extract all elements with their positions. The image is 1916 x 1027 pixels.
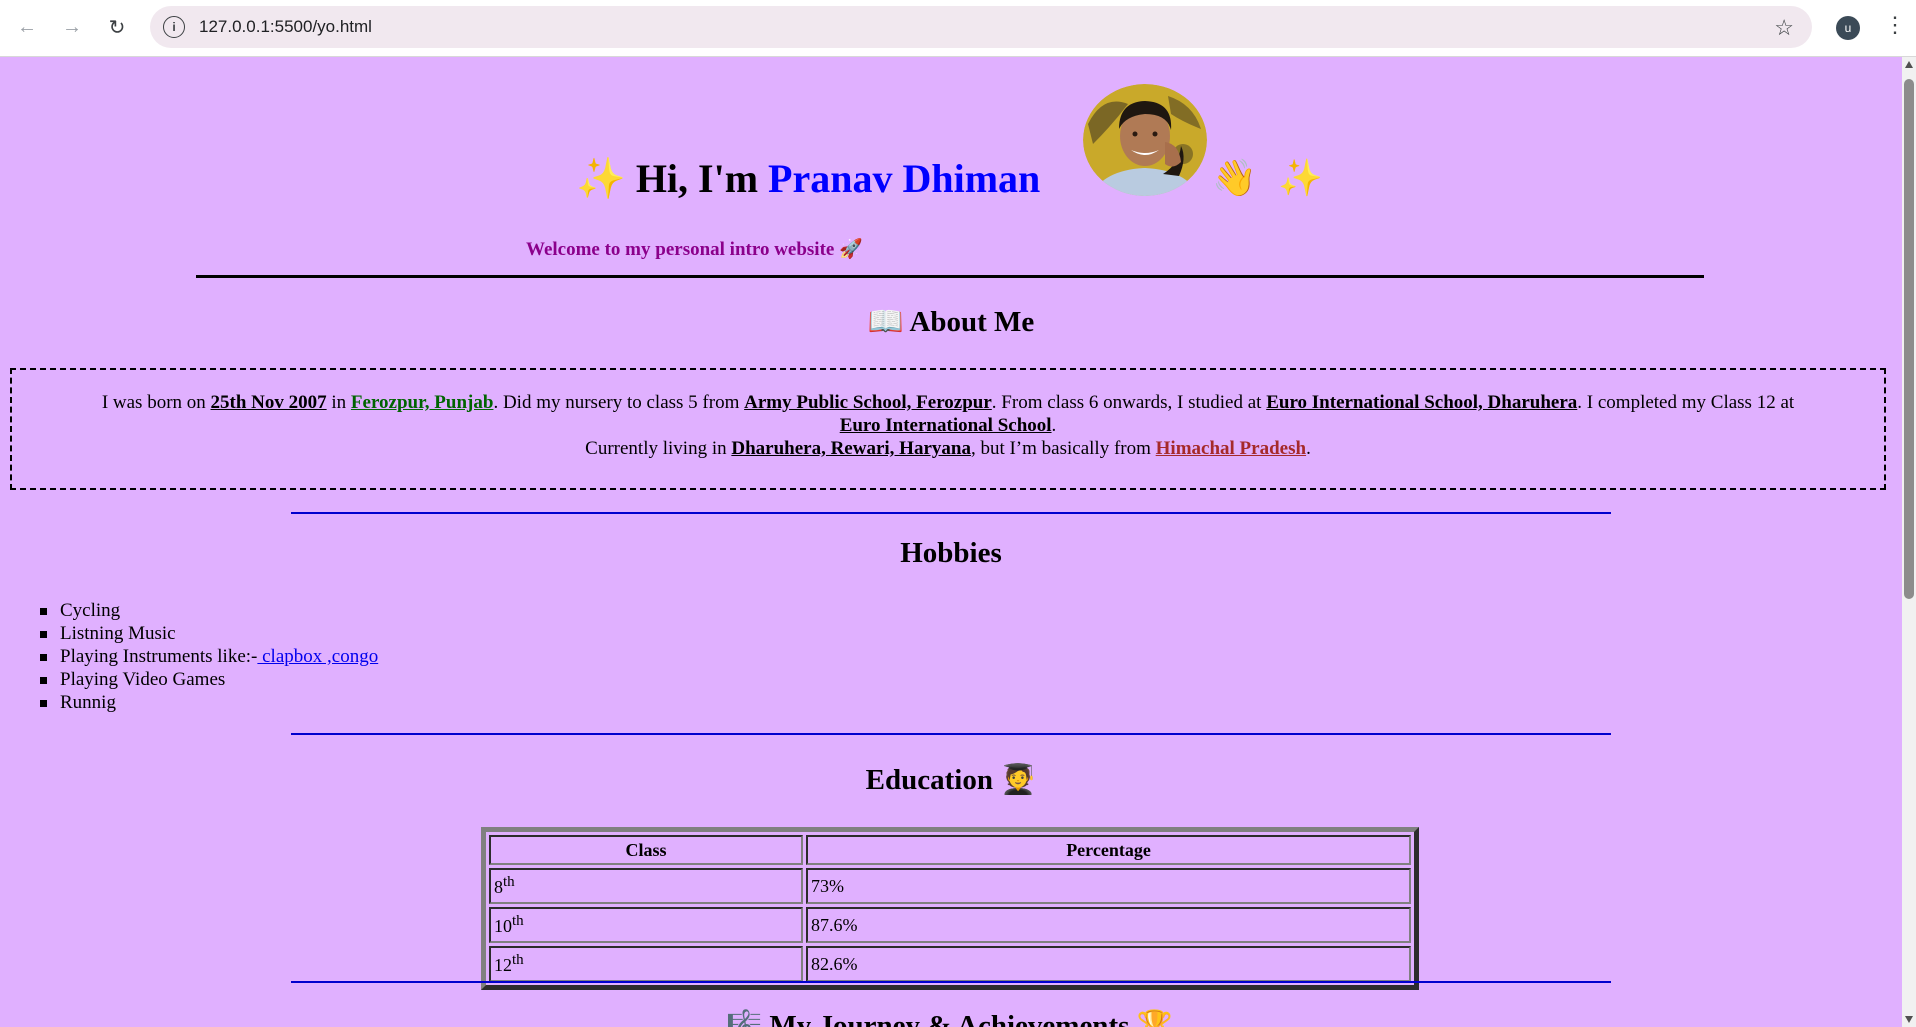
education-heading: Education 🧑‍🎓 [865, 764, 1037, 796]
class-cell: 12th [489, 946, 803, 982]
percentage-cell: 73% [806, 868, 1411, 904]
scroll-up-arrow-icon[interactable] [1905, 61, 1913, 68]
journey-achievements-heading: 🎼 My Journey & Achievements 🏆 [726, 1010, 1173, 1027]
waving-hand-icon: 👋 [1212, 158, 1257, 198]
profile-avatar[interactable]: u [1836, 16, 1860, 40]
sparkle-left-icon: ✨ [576, 156, 626, 201]
class-cell: 10th [489, 907, 803, 943]
forward-arrow-icon[interactable]: → [57, 12, 87, 42]
welcome-subtitle: Welcome to my personal intro website 🚀 [526, 239, 863, 260]
section-divider [291, 733, 1611, 735]
profile-photo [1083, 84, 1207, 196]
about-me-box: I was born on 25th Nov 2007 in Ferozpur,… [10, 368, 1886, 490]
list-item: Cycling [39, 599, 378, 622]
greeting-text: Hi, I'm [635, 156, 769, 201]
school-army-public: Army Public School, Ferozpur [744, 392, 992, 413]
list-item: Runnig [39, 691, 378, 714]
table-row: 10th 87.6% [489, 907, 1411, 943]
list-item: Playing Video Games [39, 668, 378, 691]
hobbies-heading: Hobbies [900, 537, 1002, 569]
class-cell: 8th [489, 868, 803, 904]
sparkle-right-icon: ✨ [1278, 158, 1323, 198]
school-euro-international: Euro International School [839, 415, 1052, 436]
list-item: Listning Music [39, 622, 378, 645]
instruments-link[interactable]: clapbox ,congo [257, 646, 378, 667]
bookmark-star-icon[interactable]: ☆ [1774, 15, 1794, 41]
more-options-icon[interactable]: ⋮ [1884, 12, 1906, 38]
hometown-link[interactable]: Himachal Pradesh [1156, 438, 1306, 459]
browser-toolbar: ← → ↻ i 127.0.0.1:5500/yo.html ☆ u ⋮ [0, 0, 1916, 57]
column-header-class: Class [489, 835, 803, 865]
section-divider [291, 512, 1611, 514]
scroll-down-arrow-icon[interactable] [1905, 1016, 1913, 1023]
hobbies-list: Cycling Listning Music Playing Instrumen… [39, 599, 379, 714]
url-text[interactable]: 127.0.0.1:5500/yo.html [199, 17, 372, 37]
reload-icon[interactable]: ↻ [102, 12, 132, 42]
education-table: Class Percentage 8th 73% 10th 87.6% 12th… [481, 827, 1419, 990]
page-scrollbar[interactable] [1902, 57, 1916, 1027]
scroll-thumb[interactable] [1904, 79, 1914, 599]
percentage-cell: 82.6% [806, 946, 1411, 982]
table-row: 8th 73% [489, 868, 1411, 904]
list-item: Playing Instruments like:- clapbox ,cong… [39, 646, 379, 667]
percentage-cell: 87.6% [806, 907, 1411, 943]
current-location-text: Dharuhera, Rewari, Haryana [731, 438, 971, 459]
address-bar[interactable]: i 127.0.0.1:5500/yo.html ☆ [150, 6, 1812, 48]
table-header-row: Class Percentage [489, 835, 1411, 865]
header-divider [196, 275, 1704, 278]
page-heading: ✨ Hi, I'm Pranav Dhiman [576, 155, 1040, 202]
column-header-percentage: Percentage [806, 835, 1411, 865]
person-name: Pranav Dhiman [768, 156, 1041, 201]
about-me-heading: 📖 About Me [867, 306, 1035, 338]
birthdate-text: 25th Nov 2007 [210, 392, 327, 413]
birthplace-link[interactable]: Ferozpur, Punjab [351, 392, 494, 413]
table-row: 12th 82.6% [489, 946, 1411, 982]
school-euro-dharuhera: Euro International School, Dharuhera [1266, 392, 1578, 413]
back-arrow-icon[interactable]: ← [12, 12, 42, 42]
section-divider [291, 981, 1611, 983]
page-content: ✨ Hi, I'm Pranav Dhiman 👋 ✨ Welcome to m… [0, 57, 1902, 1027]
site-info-icon[interactable]: i [163, 16, 185, 38]
